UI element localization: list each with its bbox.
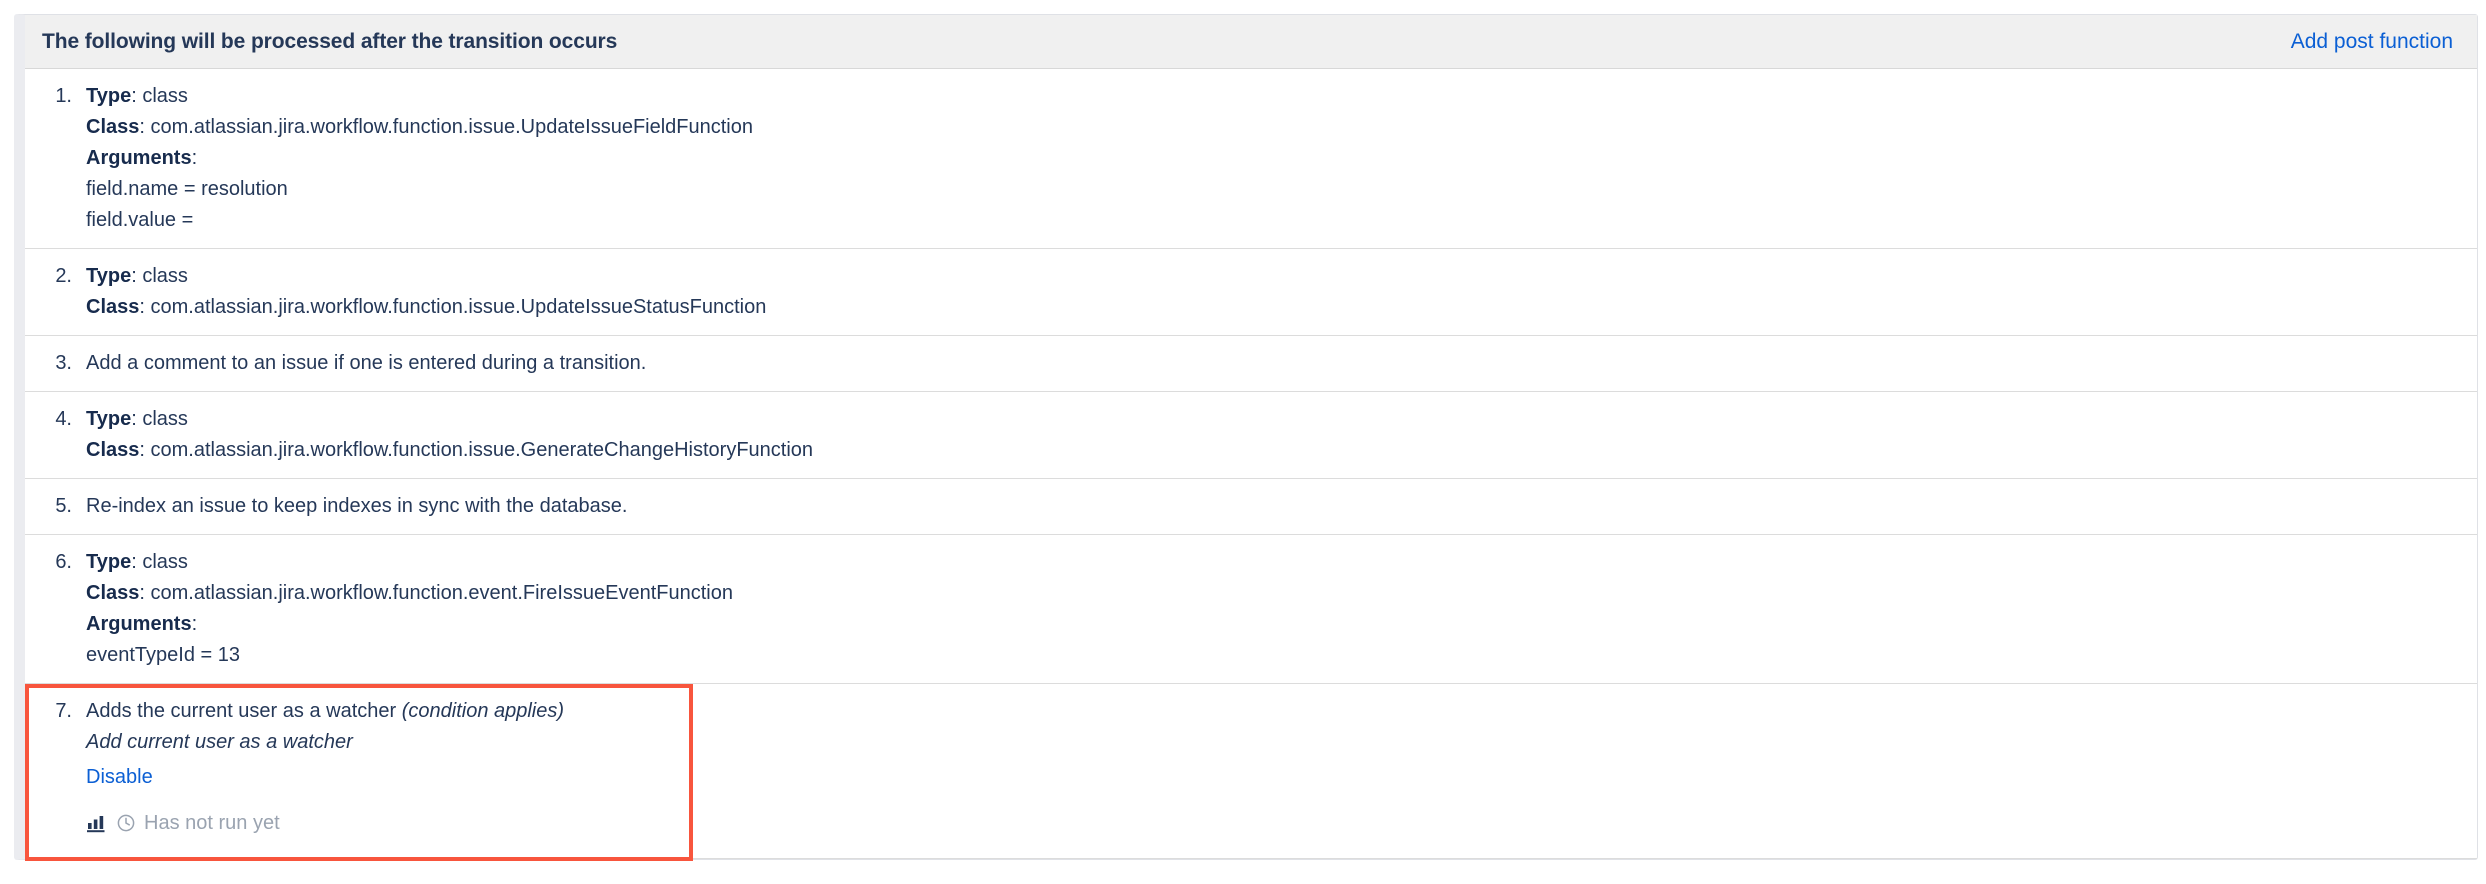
function-subtitle: Add current user as a watcher [86,731,353,753]
class-label: Class [86,116,140,138]
arguments-label: Arguments [86,147,192,169]
run-status-text: Has not run yet [144,812,280,834]
function-argument-value: eventTypeId = 13 [86,644,241,666]
list-item[interactable]: 4. Type: class Class: com.atlassian.jira… [25,392,2477,479]
function-argument-value: field.value = [86,209,194,231]
function-type-line: Type: class [86,261,2453,292]
post-functions-panel: The following will be processed after th… [14,14,2478,861]
function-arguments-line: Arguments: [86,143,2453,174]
list-item[interactable]: 3. Add a comment to an issue if one is e… [25,336,2477,392]
function-run-status: Has not run yet [86,812,2453,834]
list-item[interactable]: 7. Adds the current user as a watcher (c… [25,684,2477,859]
page-title: The following will be processed after th… [42,29,618,53]
list-item[interactable]: 6. Type: class Class: com.atlassian.jira… [25,535,2477,684]
function-type-line: Type: class [86,81,2453,112]
function-type-line: Type: class [86,404,2453,435]
condition-applies-note: (condition applies) [401,700,565,722]
type-value: : class [131,551,188,573]
list-item[interactable]: 5. Re-index an issue to keep indexes in … [25,479,2477,535]
function-class-line: Class: com.atlassian.jira.workflow.funct… [86,435,2453,466]
disable-link[interactable]: Disable [86,763,153,791]
class-value: : com.atlassian.jira.workflow.function.i… [139,439,814,461]
type-value: : class [131,408,188,430]
function-arguments-line: Arguments: [86,609,2453,640]
page-root: The following will be processed after th… [0,0,2486,884]
arguments-colon: : [191,613,198,635]
function-description: Adds the current user as a watcher [86,700,402,722]
function-description-row: Adds the current user as a watcher (cond… [86,696,2453,727]
clock-icon [116,813,136,833]
type-value: : class [131,265,188,287]
list-item[interactable]: 2. Type: class Class: com.atlassian.jira… [25,249,2477,336]
list-item-index: 5. [55,495,72,517]
type-value: : class [131,85,188,107]
list-item-index: 3. [55,352,72,374]
list-item-index: 7. [55,700,72,722]
arguments-colon: : [191,147,198,169]
type-label: Type [86,551,132,573]
add-post-function-link[interactable]: Add post function [2291,30,2453,54]
type-label: Type [86,408,132,430]
function-class-line: Class: com.atlassian.jira.workflow.funct… [86,292,2453,323]
list-item-body: Type: class Class: com.atlassian.jira.wo… [86,261,2453,323]
type-label: Type [86,265,132,287]
list-item-body: Type: class Class: com.atlassian.jira.wo… [86,547,2453,671]
panel-header: The following will be processed after th… [25,15,2477,69]
class-label: Class [86,439,140,461]
list-item-index: 6. [55,551,72,573]
list-item-body: Type: class Class: com.atlassian.jira.wo… [86,81,2453,236]
type-label: Type [86,85,132,107]
post-function-list: 1. Type: class Class: com.atlassian.jira… [25,69,2477,859]
function-class-line: Class: com.atlassian.jira.workflow.funct… [86,578,2453,609]
list-item[interactable]: 1. Type: class Class: com.atlassian.jira… [25,69,2477,249]
list-item-index: 1. [55,85,72,107]
list-item-body: Type: class Class: com.atlassian.jira.wo… [86,404,2453,466]
function-class-line: Class: com.atlassian.jira.workflow.funct… [86,112,2453,143]
bar-chart-icon[interactable] [86,812,108,834]
class-label: Class [86,582,140,604]
arguments-label: Arguments [86,613,192,635]
function-argument-value: field.name = resolution [86,178,288,200]
function-description: Add a comment to an issue if one is ente… [86,352,647,374]
class-value: : com.atlassian.jira.workflow.function.i… [139,116,753,138]
class-label: Class [86,296,140,318]
function-description: Re-index an issue to keep indexes in syn… [86,495,628,517]
list-item-body: Re-index an issue to keep indexes in syn… [86,491,2453,522]
class-value: : com.atlassian.jira.workflow.function.e… [139,582,733,604]
function-type-line: Type: class [86,547,2453,578]
list-item-index: 4. [55,408,72,430]
class-value: : com.atlassian.jira.workflow.function.i… [139,296,767,318]
list-item-index: 2. [55,265,72,287]
list-item-body: Adds the current user as a watcher (cond… [86,696,2453,834]
list-item-body: Add a comment to an issue if one is ente… [86,348,2453,379]
